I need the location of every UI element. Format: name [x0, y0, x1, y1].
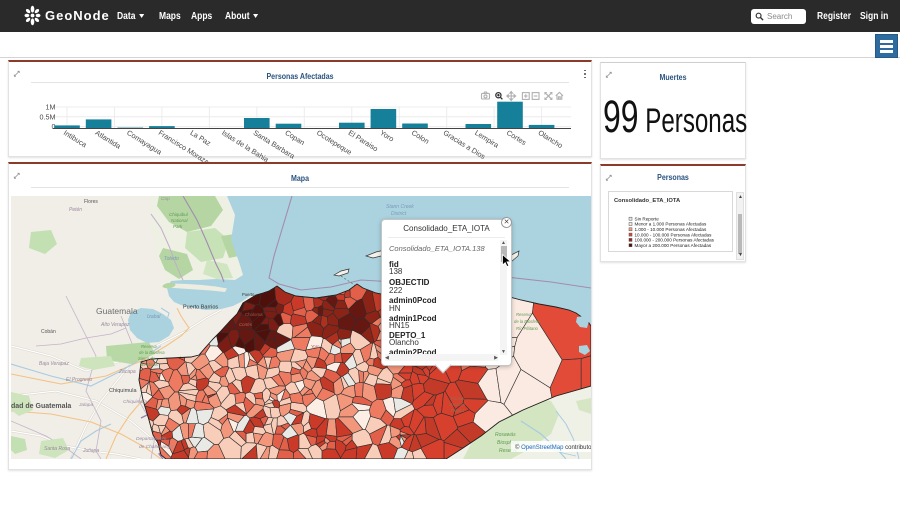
svg-text:Flores: Flores	[84, 199, 98, 205]
svg-text:Río Plátano: Río Plátano	[516, 326, 539, 331]
svg-text:Cobán: Cobán	[41, 329, 56, 335]
svg-text:El Progreso: El Progreso	[66, 377, 92, 383]
svg-text:Chiquimula: Chiquimula	[109, 388, 137, 394]
svg-text:10.000 - 100.000 Personas Afec: 10.000 - 100.000 Personas Afectadas	[635, 232, 713, 237]
svg-text:Chiquibul: Chiquibul	[169, 212, 189, 217]
svg-text:Intibuca: Intibuca	[62, 128, 89, 150]
svg-text:National: National	[171, 218, 189, 223]
svg-text:Stann Creek: Stann Creek	[386, 204, 414, 210]
svg-text:Copan: Copan	[283, 128, 306, 147]
svg-text:Sierra de: Sierra de	[138, 356, 156, 361]
svg-text:Petén: Petén	[69, 207, 82, 213]
svg-text:Departamento: Departamento	[136, 436, 167, 442]
svg-text:Olancho: Olancho	[537, 128, 565, 150]
svg-text:Yoro: Yoro	[378, 128, 395, 143]
svg-text:de la Biosfera: de la Biosfera	[139, 350, 165, 355]
svg-text:Choloma: Choloma	[245, 312, 263, 317]
svg-text:Mayor a 200.000 Personas Afect: Mayor a 200.000 Personas Afectadas	[635, 243, 712, 248]
svg-text:100.000 - 200.000 Personas Afe: 100.000 - 200.000 Personas Afectadas	[635, 238, 715, 243]
svg-text:Santa Rosa: Santa Rosa	[44, 446, 70, 452]
svg-text:Chiquimula: Chiquimula	[123, 399, 147, 405]
svg-text:Consolidado_ETA_IOTA: Consolidado_ETA_IOTA	[614, 198, 681, 204]
svg-text:0.5M: 0.5M	[40, 112, 56, 121]
svg-text:Sin Reporte: Sin Reporte	[635, 216, 660, 221]
svg-text:© OpenStreetMap contributors.: © OpenStreetMap contributors.	[515, 444, 591, 451]
svg-text:Cortés: Cortés	[239, 322, 253, 327]
svg-text:dad de Guatemala: dad de Guatemala	[11, 403, 71, 410]
svg-text:Reserva: Reserva	[141, 344, 157, 349]
svg-text:Menor a 1.000 Personas Afectad: Menor a 1.000 Personas Afectadas	[635, 222, 707, 227]
svg-text:Parque: Parque	[451, 396, 465, 401]
svg-text:Nacional: Nacional	[449, 402, 466, 407]
svg-text:La Paz: La Paz	[189, 128, 213, 148]
svg-text:Rosawás: Rosawás	[495, 432, 516, 438]
svg-text:Izabal: Izabal	[147, 314, 161, 320]
svg-text:de Chaltenango: de Chaltenango	[139, 444, 173, 450]
svg-text:las Minas: las Minas	[140, 362, 159, 367]
svg-text:District: District	[391, 211, 407, 217]
svg-text:de la Biosfera: de la Biosfera	[514, 319, 540, 324]
svg-text:Atlantida: Atlantida	[94, 128, 124, 151]
svg-text:Jalapa: Jalapa	[78, 402, 93, 408]
svg-text:Baja Verapaz: Baja Verapaz	[39, 361, 69, 367]
svg-text:Jutiapa: Jutiapa	[82, 448, 99, 454]
svg-text:1M: 1M	[46, 103, 56, 112]
svg-text:Toledo: Toledo	[164, 256, 179, 262]
svg-text:Colon: Colon	[410, 128, 431, 146]
svg-text:Alto Verapaz: Alto Verapaz	[100, 322, 130, 328]
svg-text:Zacapa: Zacapa	[118, 369, 136, 375]
svg-text:Cortes: Cortes	[505, 128, 528, 147]
svg-text:Patuca: Patuca	[451, 408, 465, 413]
svg-text:Puerto: Puerto	[242, 292, 255, 297]
svg-text:Reserva: Reserva	[516, 312, 532, 317]
svg-text:Park: Park	[173, 224, 183, 229]
svg-text:1.000 - 10.000 Personas Afecta: 1.000 - 10.000 Personas Afectadas	[635, 227, 707, 232]
svg-text:Yoro: Yoro	[311, 344, 320, 349]
svg-text:Puerto Barrios: Puerto Barrios	[183, 305, 218, 311]
svg-text:Guatemala: Guatemala	[96, 306, 138, 316]
svg-text:Cop: Cop	[161, 196, 170, 202]
